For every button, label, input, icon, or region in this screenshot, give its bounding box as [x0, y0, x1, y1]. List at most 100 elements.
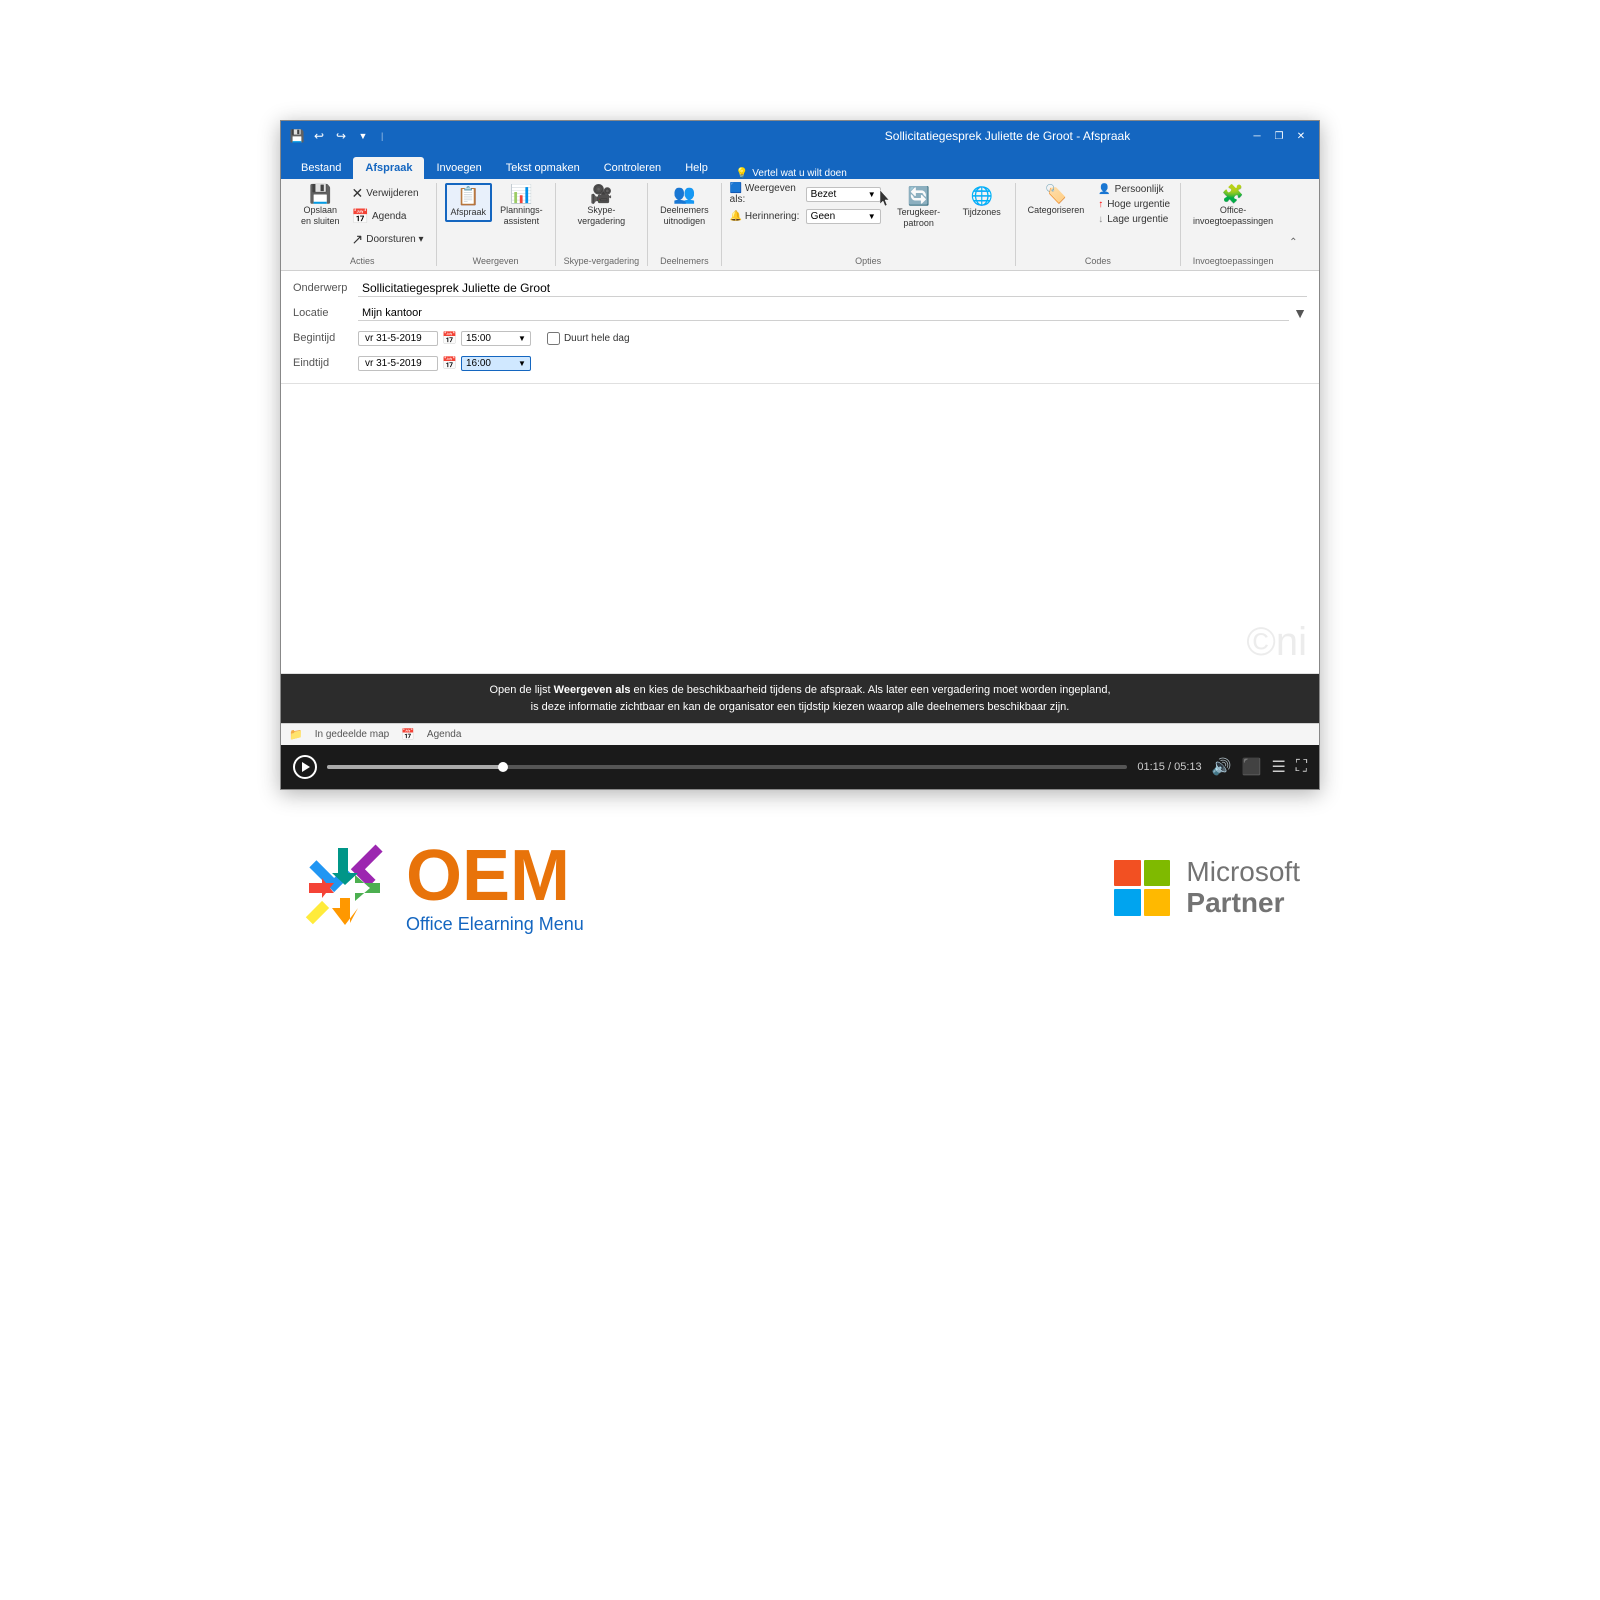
in-gedeelde-map-text: In gedeelde map [315, 729, 390, 740]
ribbon-bar: 💾 Opslaanen sluiten ✕ Verwijderen 📅 Agen… [281, 179, 1319, 271]
body-area[interactable]: ©ni [281, 384, 1319, 674]
restore-button[interactable]: ❐ [1269, 127, 1289, 145]
tab-tekst-opmaken[interactable]: Tekst opmaken [494, 157, 592, 179]
subtitle-bar: Open de lijst Weergeven als en kies de b… [281, 674, 1319, 723]
doorsturen-button[interactable]: ↗ Doorsturen ▾ [348, 229, 428, 250]
office-invoegtoepassingen-button[interactable]: 🧩 Office-invoegtoepassingen [1189, 183, 1277, 229]
tab-help[interactable]: Help [673, 157, 720, 179]
undo-qa-icon[interactable]: ↩ [311, 128, 327, 144]
ribbon-group-acties: 💾 Opslaanen sluiten ✕ Verwijderen 📅 Agen… [289, 183, 437, 266]
eindtijd-date-field: vr 31-5-2019 📅 16:00 ▼ [358, 356, 531, 371]
subtitles-icon[interactable]: ⬛ [1242, 757, 1262, 777]
afspraak-button[interactable]: 📋 Afspraak [445, 183, 493, 222]
progress-bar[interactable] [327, 765, 1127, 769]
tab-bestand[interactable]: Bestand [289, 157, 353, 179]
acties-content: 💾 Opslaanen sluiten ✕ Verwijderen 📅 Agen… [297, 183, 428, 254]
deelnemers-content: 👥 Deelnemersuitnodigen [656, 183, 713, 254]
ribbon-group-deelnemers: 👥 Deelnemersuitnodigen Deelnemers [648, 183, 722, 266]
tell-me[interactable]: 💡 Vertel wat u wilt doen [736, 168, 847, 179]
herinnering-arrow: ▼ [868, 212, 876, 221]
chapters-icon[interactable]: ☰ [1271, 757, 1285, 777]
tijdzones-button[interactable]: 🌐 Tijdzones [957, 185, 1007, 220]
form-area: Onderwerp Sollicitatiegesprek Juliette d… [281, 271, 1319, 384]
acties-label: Acties [350, 256, 375, 266]
opslaan-sluiten-button[interactable]: 💾 Opslaanen sluiten [297, 183, 344, 229]
eindtijd-label: Eindtijd [293, 357, 358, 369]
herinnering-row: 🔔 Herinnering: Geen ▼ [730, 209, 881, 224]
volume-icon[interactable]: 🔊 [1212, 757, 1232, 777]
opslaan-icon: 💾 [309, 185, 331, 203]
skype-vergadering-button[interactable]: 🎥 Skype-vergadering [574, 183, 630, 229]
invoeg-content: 🧩 Office-invoegtoepassingen [1189, 183, 1277, 254]
status-bar: 📁 In gedeelde map 📅 Agenda [281, 723, 1319, 745]
tab-invoegen[interactable]: Invoegen [424, 157, 493, 179]
ms-green-square [1144, 860, 1171, 887]
planningsassistent-button[interactable]: 📊 Plannings-assistent [496, 183, 547, 229]
onderwerp-input[interactable]: Sollicitatiegesprek Juliette de Groot [358, 280, 1307, 297]
qa-dropdown-icon[interactable]: ▼ [355, 128, 371, 144]
hoge-urgentie-button[interactable]: ↑ Hoge urgentie [1096, 198, 1172, 211]
agenda-button[interactable]: 📅 Agenda [348, 206, 428, 227]
window-title: Sollicitatiegesprek Juliette de Groot - … [768, 129, 1247, 143]
ms-flag [1114, 860, 1170, 916]
begintijd-cal-icon[interactable]: 📅 [442, 331, 457, 345]
tijdzones-icon: 🌐 [970, 187, 992, 205]
afspraak-icon: 📋 [457, 187, 479, 205]
acties-small-btns: ✕ Verwijderen 📅 Agenda ↗ Doorsturen ▾ [348, 183, 428, 250]
begintijd-date-input[interactable]: vr 31-5-2019 [358, 331, 438, 346]
locatie-input[interactable]: Mijn kantoor [358, 306, 1289, 321]
oem-name: OEM [406, 840, 584, 912]
locatie-label: Locatie [293, 307, 358, 319]
deelnemers-icon: 👥 [673, 185, 695, 203]
play-button[interactable] [293, 755, 317, 779]
window-controls: ─ ❐ ✕ [1247, 127, 1311, 145]
partner-text: Partner [1186, 888, 1300, 919]
page: 💾 ↩ ↪ ▼ | Sollicitatiegesprek Juliette d… [0, 0, 1600, 1600]
expand-icon: ⌃ [1289, 237, 1297, 248]
opties-main: 🟦 Weergeven als: Bezet ▼ [730, 183, 1007, 252]
eindtijd-row: Eindtijd vr 31-5-2019 📅 16:00 ▼ [293, 352, 1307, 374]
categoriseren-icon: 🏷️ [1045, 185, 1067, 203]
oem-sub-text: Office Elearning Menu [406, 914, 584, 935]
opties-tijdzones: 🌐 Tijdzones [957, 183, 1007, 220]
close-button[interactable]: ✕ [1291, 127, 1311, 145]
watermark: ©ni [1246, 620, 1307, 665]
ms-yellow-square [1144, 889, 1171, 916]
deelnemers-label: Deelnemers [660, 256, 709, 266]
fullscreen-icon[interactable]: ⛶ [1296, 758, 1307, 776]
ms-blue-square [1114, 889, 1141, 916]
tab-controleren[interactable]: Controleren [592, 157, 673, 179]
locatie-row: Locatie Mijn kantoor ▼ [293, 302, 1307, 324]
redo-qa-icon[interactable]: ↪ [333, 128, 349, 144]
onderwerp-label: Onderwerp [293, 282, 358, 294]
verwijderen-button[interactable]: ✕ Verwijderen [348, 183, 428, 204]
persoonlijk-button[interactable]: 👤 Persoonlijk [1096, 183, 1172, 196]
eindtijd-cal-icon[interactable]: 📅 [442, 356, 457, 370]
deelnemers-uitnodigen-button[interactable]: 👥 Deelnemersuitnodigen [656, 183, 713, 229]
weergeven-als-arrow: ▼ [868, 190, 876, 199]
weergeven-content: 📋 Afspraak 📊 Plannings-assistent [445, 183, 547, 254]
urgentie-buttons: 👤 Persoonlijk ↑ Hoge urgentie ↓ Lage urg… [1096, 183, 1172, 226]
locatie-dropdown-icon[interactable]: ▼ [1293, 305, 1307, 321]
plannings-icon: 📊 [510, 185, 532, 203]
lage-urgentie-button[interactable]: ↓ Lage urgentie [1096, 213, 1172, 226]
herinnering-dropdown[interactable]: Geen ▼ [806, 209, 881, 224]
save-qa-icon[interactable]: 💾 [289, 128, 305, 144]
ribbon-group-weergeven: 📋 Afspraak 📊 Plannings-assistent Weergev… [437, 183, 556, 266]
eindtijd-date-input[interactable]: vr 31-5-2019 [358, 356, 438, 371]
skype-label: Skype-vergadering [564, 256, 640, 266]
categoriseren-button[interactable]: 🏷️ Categoriseren [1024, 183, 1089, 218]
agenda-status-icon: 📅 [401, 728, 415, 741]
terugkeerpatroon-button[interactable]: 🔄 Terugkeer-patroon [889, 185, 949, 231]
eindtijd-time-select[interactable]: 16:00 ▼ [461, 356, 531, 371]
terugkeer-icon: 🔄 [907, 187, 929, 205]
invoeg-label: Invoegtoepassingen [1193, 256, 1274, 266]
begintijd-time-select[interactable]: 15:00 ▼ [461, 331, 531, 346]
tab-afspraak[interactable]: Afspraak [353, 157, 424, 179]
ribbon-expand[interactable]: ⌃ [1285, 183, 1297, 266]
weergeven-als-dropdown[interactable]: Bezet ▼ [806, 187, 881, 202]
weergeven-label: Weergeven [473, 256, 519, 266]
duurt-hele-dag-checkbox[interactable] [547, 332, 560, 345]
minimize-button[interactable]: ─ [1247, 127, 1267, 145]
progress-fill [327, 765, 503, 769]
